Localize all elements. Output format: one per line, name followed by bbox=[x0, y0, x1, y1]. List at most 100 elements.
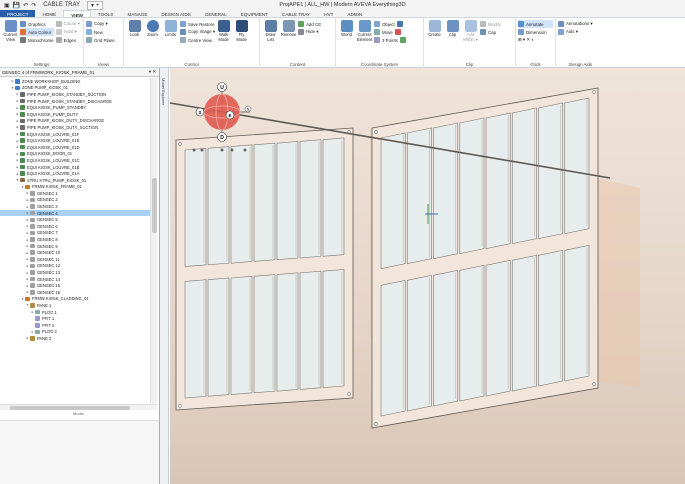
tab-equipment[interactable]: EQUIPMENT bbox=[234, 10, 275, 17]
tree-item[interactable]: ▸ PIPE PUMP_KIOSK_DUTY_DISCHARGE bbox=[0, 118, 150, 125]
tree-item[interactable]: ▸ EQUI KIOSK_LOUVRE_01F bbox=[0, 131, 150, 138]
tree-item[interactable]: ▸ GENSEC 11 bbox=[0, 256, 150, 263]
tree-item[interactable]: ▾ ZONE PUMP_KIOSK_01 bbox=[0, 85, 150, 92]
clip-button[interactable]: Clip bbox=[444, 20, 461, 43]
gizmo-sphere[interactable] bbox=[204, 94, 240, 130]
edges-button[interactable]: Edges bbox=[55, 36, 80, 44]
tree-horizontal-scrollbar[interactable] bbox=[0, 404, 157, 410]
add-within-button[interactable]: Add Within ▾ bbox=[462, 20, 479, 43]
3d-viewport[interactable]: U D S E N bbox=[170, 68, 685, 484]
tree-item[interactable]: ▸ GENSEC 3 bbox=[0, 203, 150, 210]
tree-item[interactable]: ▸ EQUI KIOSK_DOOR_01 bbox=[0, 151, 150, 158]
tree-item[interactable]: ▸ GENSEC 5 bbox=[0, 216, 150, 223]
grid-plane-button[interactable]: Grid Plane bbox=[86, 36, 121, 44]
copy-view-button[interactable]: Copy ▾ bbox=[86, 20, 121, 28]
3d-scene[interactable]: U D S E N bbox=[170, 68, 685, 484]
modify-clip-button[interactable]: Modify bbox=[480, 20, 501, 28]
save-restore-button[interactable]: Save Restore bbox=[180, 20, 215, 28]
louvre-panel-left[interactable] bbox=[175, 127, 354, 411]
explorer-side-tab[interactable]: Model Explorer bbox=[160, 68, 169, 484]
tree-item[interactable]: ▾ STRU STRU_PUMP_KIOSK_01 bbox=[0, 177, 150, 184]
object-button[interactable]: Object bbox=[374, 20, 406, 28]
dimension-button[interactable]: Dimension bbox=[518, 28, 553, 36]
tree-item[interactable]: ▸ EQUI KIOSK_LOUVRE_01B bbox=[0, 164, 150, 171]
tree-item[interactable]: ▸ GENSEC 8 bbox=[0, 236, 150, 243]
tree-item[interactable]: ▸ GENSEC 4 bbox=[0, 209, 150, 217]
cap-button[interactable]: Cap bbox=[480, 28, 501, 36]
colour-dropdown[interactable]: Colour ▾ bbox=[55, 20, 80, 28]
scroll-thumb[interactable] bbox=[10, 406, 130, 410]
remove-button[interactable]: Remove bbox=[280, 20, 297, 43]
monochrome-button[interactable]: Monochrome bbox=[20, 36, 54, 44]
tree-item[interactable]: ▸ GENSEC 10 bbox=[0, 249, 150, 256]
tree-item[interactable]: ▾ PANE 1 bbox=[0, 302, 150, 309]
auto-colour-button[interactable]: Auto Colour bbox=[20, 28, 54, 36]
tree-vertical-scrollbar[interactable] bbox=[150, 78, 157, 403]
tree-item[interactable]: ▸ PIPE PUMP_KIOSK_STANDBY_SUCTION bbox=[0, 91, 150, 98]
tree-item[interactable]: ▸ EQUI KIOSK_PUMP_DUTY bbox=[0, 111, 150, 118]
tree-item[interactable]: ▸ GENSEC 1 bbox=[0, 190, 150, 197]
tree-item[interactable]: ▾ FRMW KIOSK_CLADDING_01 bbox=[0, 296, 150, 303]
panel-footer-tab[interactable]: Model bbox=[0, 411, 157, 419]
panel-menu-icon[interactable]: ▾ ✕ bbox=[149, 69, 156, 75]
new-view-button[interactable]: New bbox=[86, 28, 121, 36]
tree-item[interactable]: ▸ GENSEC 12 bbox=[0, 263, 150, 270]
aids-dropdown[interactable]: Aids ▾ bbox=[558, 28, 603, 36]
tree-item[interactable]: ▸ GENSEC 9 bbox=[0, 243, 150, 250]
tree-item[interactable]: ▸ GENSEC 7 bbox=[0, 230, 150, 237]
tree-item[interactable]: ▸ GENSEC 2 bbox=[0, 197, 150, 204]
limits-button[interactable]: Limits bbox=[162, 20, 179, 44]
create-clip-button[interactable]: Create bbox=[426, 20, 443, 43]
look-button[interactable]: Look bbox=[126, 20, 143, 44]
tree-item[interactable]: ▸ EQUI KIOSK_LOUVRE_01E bbox=[0, 137, 150, 144]
current-element-button[interactable]: Current Element bbox=[356, 20, 373, 44]
tree-item[interactable]: ▸ PANE 2 bbox=[0, 335, 150, 342]
tab-manage[interactable]: MANAGE bbox=[120, 10, 154, 17]
zoom-button[interactable]: Zoom bbox=[144, 20, 161, 44]
centre-view-button[interactable]: Centre View bbox=[180, 36, 215, 44]
tab-view[interactable]: VIEW bbox=[63, 10, 91, 18]
move-button[interactable]: Move bbox=[374, 28, 406, 36]
tree-item[interactable]: ▸ PLOO 2 bbox=[0, 329, 150, 336]
tab-cable-tray[interactable]: CABLE TRAY bbox=[275, 10, 317, 17]
louvre-panel-right[interactable] bbox=[371, 87, 599, 429]
tree-item[interactable]: ▸ EQUI KIOSK_PUMP_STANDBY bbox=[0, 104, 150, 111]
copy-image-button[interactable]: Copy Image ▾ bbox=[180, 28, 215, 36]
grid-tools[interactable]: ⊞ ▾ ✕ ◐ bbox=[518, 36, 553, 44]
tree-item[interactable]: ▸ ZONE WORKSHOP_BUILDING bbox=[0, 78, 150, 85]
world-button[interactable]: World bbox=[338, 20, 355, 44]
tab-project[interactable]: PROJECT bbox=[0, 10, 36, 17]
graphics-button[interactable]: Graphics bbox=[20, 20, 54, 28]
tab-tools[interactable]: TOOLS bbox=[91, 10, 121, 17]
tree-item[interactable]: ▾ FRMW KIOSK_FRAME_01 bbox=[0, 184, 150, 191]
tree-item[interactable]: ▸ PIPE PUMP_KIOSK_STANDBY_DISCHARGE bbox=[0, 98, 150, 105]
tree-item[interactable]: ▸ PIPE PUMP_KIOSK_DUTY_SUCTION bbox=[0, 124, 150, 131]
add-ce-button[interactable]: Add CE bbox=[298, 20, 321, 28]
scroll-thumb[interactable] bbox=[152, 178, 157, 233]
tree-item[interactable]: ▸ EQUI KIOSK_LOUVRE_01D bbox=[0, 144, 150, 151]
three-points-button[interactable]: 3 Points bbox=[374, 36, 406, 44]
current-view-button[interactable]: Current View bbox=[2, 20, 19, 44]
walk-mode-button[interactable]: Walk Mode bbox=[215, 20, 232, 44]
tree-item[interactable]: ▸ EQUI KIOSK_LOUVRE_01A bbox=[0, 170, 150, 177]
tree-item[interactable]: ▸ EQUI KIOSK_LOUVRE_01C bbox=[0, 157, 150, 164]
tree-item[interactable]: ▸ GENSEC 6 bbox=[0, 223, 150, 230]
tree-item[interactable]: ▸ GENSEC 15 bbox=[0, 282, 150, 289]
tree-item[interactable]: ▸ PLOO 1 bbox=[0, 309, 150, 316]
tree-item[interactable]: ▸ GENSEC 13 bbox=[0, 269, 150, 276]
tab-design-aids[interactable]: DESIGN AIDS bbox=[154, 10, 197, 17]
tab-home[interactable]: HOME bbox=[35, 10, 63, 17]
navigation-gizmo[interactable]: U D S E N bbox=[195, 82, 252, 142]
tab-general[interactable]: GENERAL bbox=[198, 10, 234, 17]
fly-mode-button[interactable]: Fly Mode bbox=[233, 20, 250, 44]
tree-item[interactable]: ▸ GENSEC 14 bbox=[0, 276, 150, 283]
hide-button[interactable]: Hide ▾ bbox=[298, 28, 321, 36]
solid-dropdown[interactable]: Solid ▾ bbox=[55, 28, 80, 36]
tab-hvt[interactable]: HVT bbox=[317, 10, 340, 17]
annotate-button[interactable]: Annotate bbox=[518, 20, 553, 28]
tree-item[interactable]: PFIT 1 bbox=[0, 315, 150, 322]
draw-list-button[interactable]: Draw List bbox=[262, 20, 279, 43]
tree-item[interactable]: PFIT 2 bbox=[0, 322, 150, 329]
tab-admin[interactable]: ADMIN bbox=[340, 10, 369, 17]
tree-item[interactable]: ▸ GENSEC 16 bbox=[0, 289, 150, 296]
